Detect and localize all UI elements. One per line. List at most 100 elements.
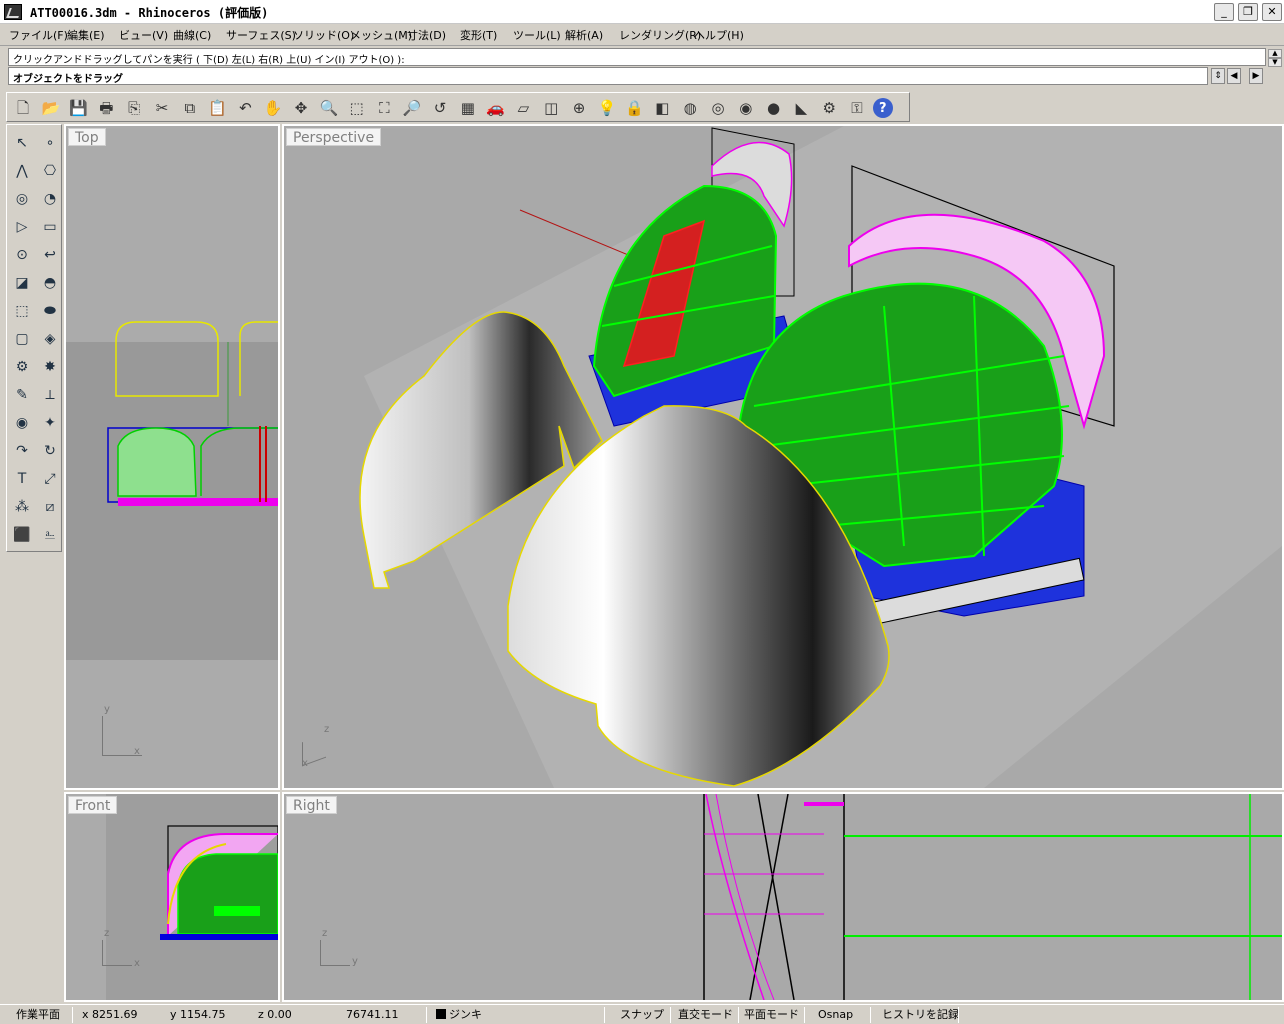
menu-dimension[interactable]: 寸法(D) [407,27,446,43]
command-prev-icon[interactable]: ◀ [1227,68,1241,84]
layer-icon[interactable]: ◧ [650,96,674,120]
car-icon[interactable]: 🚗 [484,96,508,120]
menu-solid[interactable]: ソリッド(O) [293,27,354,43]
paste-icon[interactable]: 📋 [206,96,230,120]
undo-icon[interactable]: ↶ [233,96,257,120]
text-icon[interactable]: T [10,467,34,491]
viewport-right[interactable]: Right z y [282,792,1284,1002]
lock-icon[interactable]: 🔒 [623,96,647,120]
boolean-icon[interactable]: ◉ [10,411,34,435]
command-updown-icon[interactable]: ⇕ [1211,68,1225,84]
close-button[interactable]: ✕ [1262,3,1282,21]
zoom-icon[interactable]: 🔍 [317,96,341,120]
revolve-icon[interactable]: ◓ [38,271,62,295]
minimize-button[interactable]: _ [1214,3,1234,21]
fillet-icon[interactable]: ↩ [38,243,62,267]
shaded-icon[interactable]: ◉ [734,96,758,120]
open-icon[interactable]: 📂 [39,96,63,120]
four-viewports-icon[interactable]: ▦ [456,96,480,120]
print-icon[interactable]: 🖶 [94,96,118,120]
viewport-perspective[interactable]: Perspective z x [282,124,1284,790]
menu-tools[interactable]: ツール(L) [513,27,561,43]
surface-icon[interactable]: ◪ [10,271,34,295]
rectangle-icon[interactable]: ▭ [38,215,62,239]
menu-render[interactable]: レンダリング(R) [619,27,701,43]
rhino-app-icon[interactable] [4,4,22,20]
copy-icon[interactable]: ⧉ [178,96,202,120]
cplane-icon[interactable]: ◫ [539,96,563,120]
solid-box-icon[interactable]: ⬛ [10,523,34,547]
options-icon[interactable]: ⚿ [845,96,869,120]
polygon-icon[interactable]: ▷ [10,215,34,239]
command-prompt[interactable]: オブジェクトをドラッグ [8,67,1208,85]
flag-icon[interactable]: ◣ [789,96,813,120]
viewport-top[interactable]: Top y x [64,124,280,790]
cylinder-icon[interactable]: ▢ [10,327,34,351]
menu-mesh[interactable]: メッシュ(M) [350,27,412,43]
circle-icon[interactable]: ◎ [10,187,34,211]
viewport-title-right[interactable]: Right [286,796,337,814]
menu-analyze[interactable]: 解析(A) [565,27,603,43]
viewport-front[interactable]: Front z x [64,792,280,1002]
light-icon[interactable]: 💡 [595,96,619,120]
status-ortho[interactable]: 直交モード [678,1007,733,1023]
viewport-title-front[interactable]: Front [68,796,118,814]
wireframe-icon[interactable]: ◎ [706,96,730,120]
menu-view[interactable]: ビュー(V) [119,27,168,43]
sphere-icon[interactable]: ⬬ [38,299,62,323]
import-icon[interactable]: ⎘ [122,96,146,120]
command-next-icon[interactable]: ▶ [1249,68,1263,84]
status-cplane[interactable]: 作業平面 [16,1007,60,1023]
arc-icon[interactable]: ↷ [10,439,34,463]
gear-icon[interactable]: ⚙ [817,96,841,120]
explode-icon[interactable]: ✸ [38,355,62,379]
ruler-icon[interactable]: ⎁ [38,523,62,547]
menu-help[interactable]: ヘルプ(H) [694,27,744,43]
menu-transform[interactable]: 変形(T) [460,27,497,43]
history-scroll-down-icon[interactable]: ▼ [1268,58,1282,67]
edit-points-icon[interactable]: ✎ [10,383,34,407]
status-history[interactable]: ヒストリを記録 [882,1007,959,1023]
point-icon[interactable]: ∘ [38,131,62,155]
save-icon[interactable]: 💾 [67,96,91,120]
zoom-window-icon[interactable]: ⬚ [345,96,369,120]
viewport-title-perspective[interactable]: Perspective [286,128,382,146]
polyline-icon[interactable]: ⋀ [10,159,34,183]
new-icon[interactable]: 🗋 [11,96,35,120]
menu-file[interactable]: ファイル(F) [9,27,68,43]
select-arrow-icon[interactable]: ↖ [10,131,34,155]
scale-icon[interactable]: ⤢ [38,467,62,491]
status-osnap[interactable]: Osnap [818,1007,853,1023]
status-planar[interactable]: 平面モード [744,1007,799,1023]
history-scroll-up-icon[interactable]: ▲ [1268,49,1282,58]
gear-tool-icon[interactable]: ⚙ [10,355,34,379]
box-icon[interactable]: ⬚ [10,299,34,323]
plane-icon[interactable]: ◈ [38,327,62,351]
status-snap[interactable]: スナップ [620,1007,664,1023]
rotate-view-icon[interactable]: ✥ [289,96,313,120]
circle-tool-icon[interactable]: ⊙ [10,243,34,267]
snap-icon[interactable]: ⊕ [567,96,591,120]
cluster-icon[interactable]: ✦ [38,411,62,435]
color-wheel-icon[interactable]: ◍ [678,96,702,120]
undo-view-icon[interactable]: ↺ [428,96,452,120]
render-icon[interactable]: ● [762,96,786,120]
array-icon[interactable]: ⁂ [10,495,34,519]
pan-hand-icon[interactable]: ✋ [261,96,285,120]
ellipse-icon[interactable]: ◔ [38,187,62,211]
cut-icon[interactable]: ✂ [150,96,174,120]
rotate-icon[interactable]: ↻ [38,439,62,463]
menu-edit[interactable]: 編集(E) [67,27,105,43]
restore-button[interactable]: ❐ [1238,3,1258,21]
dimension-icon[interactable]: ⟂ [38,383,62,407]
grid-plane-icon[interactable]: ▱ [511,96,535,120]
status-layer[interactable]: ジンキ [436,1007,482,1023]
curve-icon[interactable]: ⎔ [38,159,62,183]
viewport-title-top[interactable]: Top [68,128,106,146]
menu-surface[interactable]: サーフェス(S) [226,27,296,43]
zoom-selected-icon[interactable]: 🔎 [400,96,424,120]
zoom-extents-icon[interactable]: ⛶ [372,96,396,120]
transform-icon[interactable]: ⧄ [38,495,62,519]
menu-curve[interactable]: 曲線(C) [173,27,211,43]
help-icon[interactable]: ? [872,98,893,118]
